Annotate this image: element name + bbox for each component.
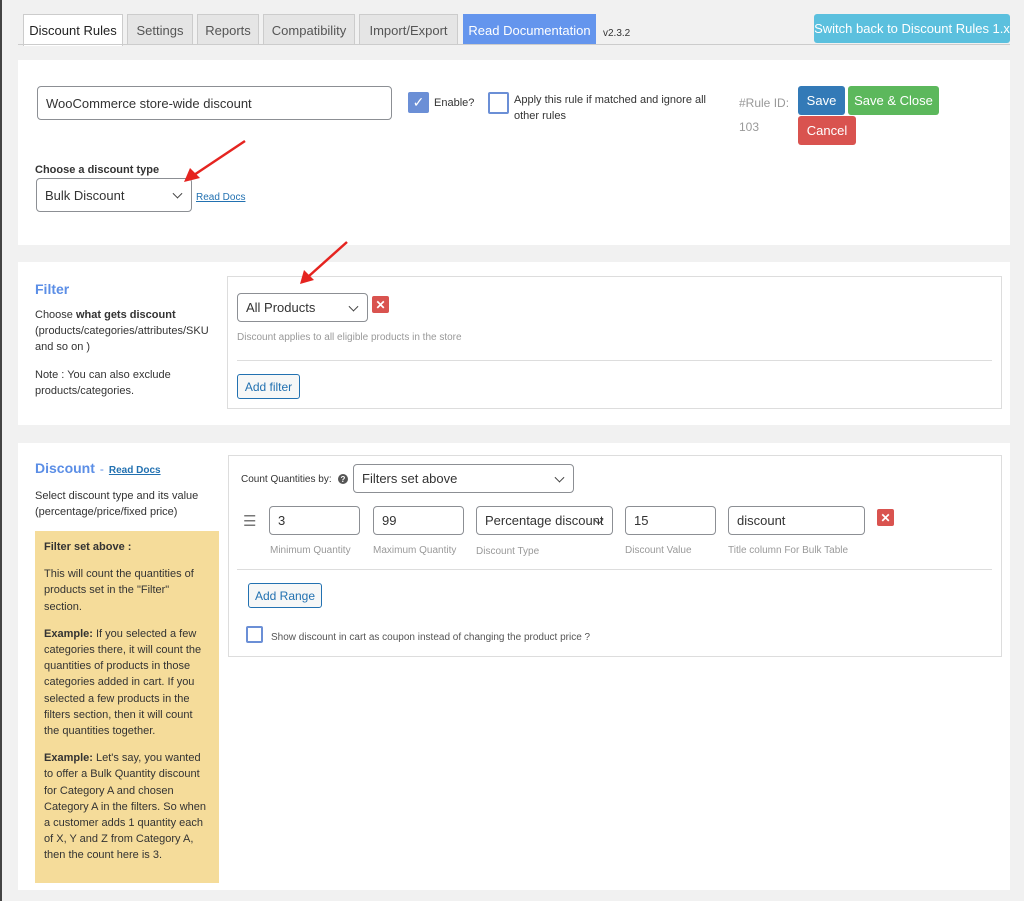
red-arrow-icon: [184, 139, 246, 182]
red-arrow-icon: [300, 241, 348, 284]
annotation-arrows: [184, 139, 348, 284]
